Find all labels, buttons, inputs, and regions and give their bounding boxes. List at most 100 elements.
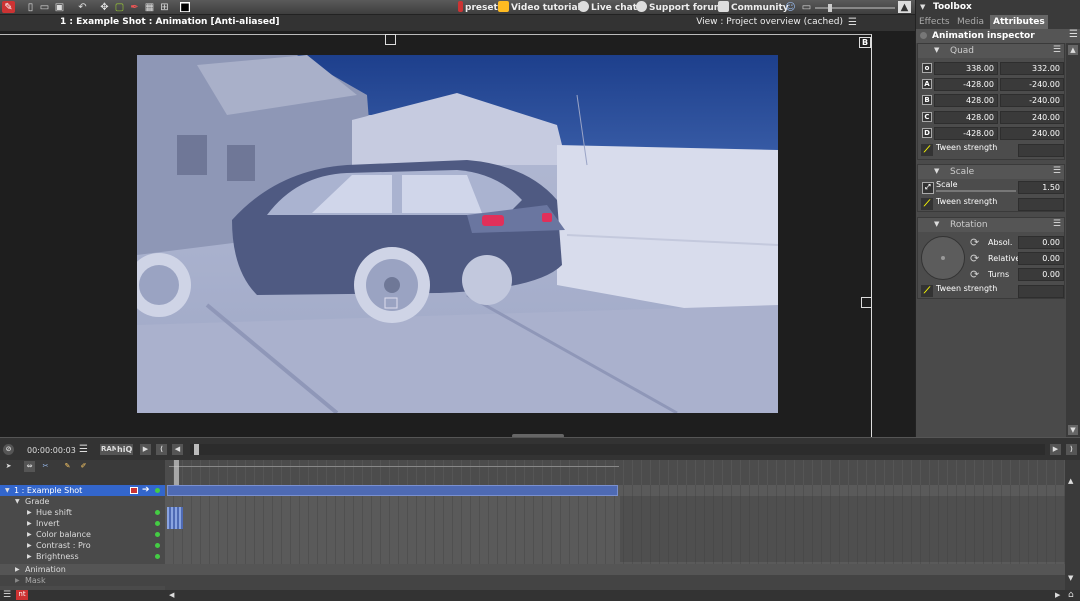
scroll-left-icon[interactable]: ◀	[169, 591, 174, 599]
collapse-triangle-icon[interactable]: ▶	[27, 518, 32, 529]
select-arrow-icon[interactable]: ➤	[3, 461, 14, 472]
users-icon[interactable]: ☺	[784, 1, 797, 13]
scroll-down-icon[interactable]: ▼	[1068, 425, 1078, 435]
playhead[interactable]	[174, 460, 179, 485]
work-area-bar[interactable]	[169, 466, 619, 467]
rotation-relative-field[interactable]: 0.00	[1018, 252, 1064, 265]
stop-icon[interactable]: ⊘	[3, 444, 14, 455]
fullscreen-icon[interactable]: ▲	[898, 1, 911, 13]
scale-menu-icon[interactable]: ☰	[1053, 166, 1061, 176]
save-icon[interactable]: ▣	[53, 1, 66, 13]
slip-tool-icon[interactable]: ⇔	[24, 461, 35, 472]
layer-row-color-balance[interactable]: ▶ Color balance	[0, 529, 165, 540]
scale-section-header[interactable]: ▼ Scale ☰	[918, 165, 1064, 179]
timecode-display[interactable]: 00:00:00:03	[27, 446, 76, 455]
quad-origin-y-field[interactable]: 332.00	[1000, 62, 1064, 75]
quad-tween-field[interactable]	[1018, 144, 1064, 157]
undo-icon[interactable]: ↶	[76, 1, 89, 13]
arrow-right-icon[interactable]: ➔	[142, 485, 150, 496]
app-logo-icon[interactable]: ✎	[2, 1, 15, 13]
new-file-icon[interactable]: ▯	[24, 1, 37, 13]
view-menu-icon[interactable]: ☰	[848, 17, 857, 28]
scrub-handle[interactable]	[194, 444, 199, 455]
previous-frame-icon[interactable]: ⟨	[156, 444, 167, 455]
viewer-canvas[interactable]: B	[0, 31, 915, 438]
quad-d-y-field[interactable]: 240.00	[1000, 127, 1064, 140]
collapse-triangle-icon[interactable]: ▶	[15, 564, 20, 575]
rotation-turns-field[interactable]: 0.00	[1018, 268, 1064, 281]
expand-triangle-icon[interactable]: ▼	[934, 46, 939, 54]
animation-track[interactable]	[165, 564, 1065, 575]
mask-track[interactable]	[165, 575, 1065, 590]
layer-row-mask[interactable]: ▶ Mask	[0, 575, 165, 586]
safe-area-icon[interactable]: ⊞	[158, 1, 171, 13]
monitor-icon[interactable]: ▭	[800, 1, 813, 13]
next-frame-icon[interactable]: ⟩	[1066, 444, 1077, 455]
expand-triangle-icon[interactable]: ▼	[934, 167, 939, 175]
tween-curve-icon[interactable]: ⟋	[921, 285, 933, 297]
layer-row-brightness[interactable]: ▶ Brightness	[0, 551, 165, 562]
frame-handle-right[interactable]	[861, 297, 872, 308]
active-dot-icon[interactable]	[155, 521, 160, 526]
active-dot-icon[interactable]	[155, 532, 160, 537]
quad-c-x-field[interactable]: 428.00	[934, 111, 998, 124]
quad-b-y-field[interactable]: -240.00	[1000, 94, 1064, 107]
frame-handle-top[interactable]	[385, 34, 396, 45]
pen-tool-icon[interactable]: ✒	[128, 1, 141, 13]
active-dot-icon[interactable]	[155, 488, 160, 493]
quad-a-x-field[interactable]: -428.00	[934, 78, 998, 91]
collapse-triangle-icon[interactable]: ▶	[27, 540, 32, 551]
expand-triangle-icon[interactable]: ▼	[5, 485, 10, 496]
zoom-slider[interactable]	[815, 7, 895, 9]
clip-example-shot[interactable]	[167, 485, 618, 496]
expand-triangle-icon[interactable]: ▼	[15, 496, 20, 507]
inspector-menu-icon[interactable]: ☰	[1066, 29, 1080, 43]
tween-curve-icon[interactable]: ⟋	[921, 198, 933, 210]
layer-row-contrast-pro[interactable]: ▶ Contrast : Pro	[0, 540, 165, 551]
preset-button[interactable]: preset	[458, 1, 498, 14]
go-to-start-icon[interactable]: ◀	[172, 444, 183, 455]
community-button[interactable]: Community	[718, 1, 789, 14]
tween-curve-icon[interactable]: ⟋	[921, 144, 933, 156]
timeline-tracks[interactable]	[165, 485, 1065, 590]
razor-tool-icon[interactable]: ✂	[40, 461, 51, 472]
collapse-triangle-icon[interactable]: ▶	[15, 575, 20, 586]
active-dot-icon[interactable]	[155, 543, 160, 548]
active-dot-icon[interactable]	[155, 510, 160, 515]
tab-attributes[interactable]: Attributes	[990, 15, 1048, 29]
quad-c-y-field[interactable]: 240.00	[1000, 111, 1064, 124]
zoom-slider-handle[interactable]	[828, 4, 832, 12]
background-color-icon[interactable]: ■	[180, 2, 190, 13]
scale-value-field[interactable]: 1.50	[1018, 181, 1064, 194]
scale-tween-field[interactable]	[1018, 198, 1064, 211]
list-view-icon[interactable]: ☰	[3, 590, 11, 600]
scrub-track[interactable]	[190, 444, 1045, 455]
scroll-down-icon[interactable]: ▼	[1068, 574, 1073, 582]
grid-icon[interactable]: ▦	[143, 1, 156, 13]
rotation-tween-field[interactable]	[1018, 285, 1064, 298]
expand-triangle-icon[interactable]: ▼	[934, 220, 939, 228]
view-mode-label[interactable]: View : Project overview (cached)	[696, 17, 843, 27]
timeline-scrollbar[interactable]: ▲ ▼	[1065, 474, 1080, 590]
quad-origin-x-field[interactable]: 338.00	[934, 62, 998, 75]
hiq-toggle-button[interactable]: hiQ	[116, 444, 134, 455]
nt-badge-icon[interactable]: nt	[16, 590, 28, 600]
play-icon[interactable]: ▶	[140, 444, 151, 455]
collapse-triangle-icon[interactable]: ▶	[27, 507, 32, 518]
layer-row-grade[interactable]: ▼ Grade	[0, 496, 165, 507]
toolbox-scrollbar[interactable]: ▲ ▼	[1066, 43, 1080, 437]
layer-row-hue-shift[interactable]: ▶ Hue shift	[0, 507, 165, 518]
toolbox-header[interactable]: ▼ Toolbox	[916, 0, 1080, 15]
rotation-menu-icon[interactable]: ☰	[1053, 219, 1061, 229]
layer-row-invert[interactable]: ▶ Invert	[0, 518, 165, 529]
quad-menu-icon[interactable]: ☰	[1053, 45, 1061, 55]
hue-shift-keyframes[interactable]	[167, 507, 183, 518]
tab-effects[interactable]: Effects	[916, 15, 953, 29]
rotation-dial[interactable]	[921, 236, 965, 280]
quad-a-y-field[interactable]: -240.00	[1000, 78, 1064, 91]
eraser-tool-icon[interactable]: ✐	[78, 461, 89, 472]
timecode-menu-icon[interactable]: ☰	[78, 444, 89, 455]
home-icon[interactable]: ⌂	[1068, 590, 1074, 600]
go-to-end-icon[interactable]: ▶	[1050, 444, 1061, 455]
layer-color-icon[interactable]	[130, 487, 138, 494]
